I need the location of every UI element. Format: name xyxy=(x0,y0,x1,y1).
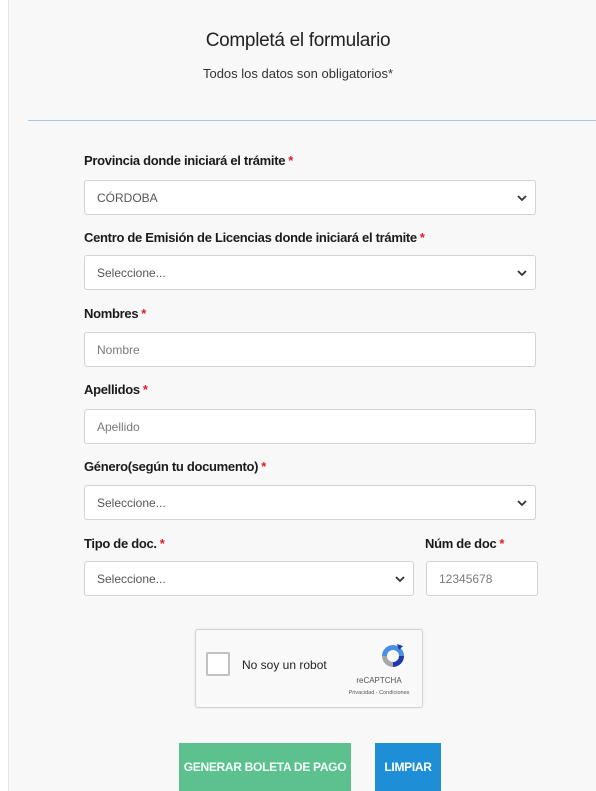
generate-button[interactable]: GENERAR BOLETA DE PAGO xyxy=(179,743,351,791)
provincia-value: CÓRDOBA xyxy=(97,190,158,205)
genero-select[interactable]: Seleccione... xyxy=(84,485,536,520)
genero-label-text: Género(según tu documento) xyxy=(84,459,259,474)
chevron-down-icon xyxy=(517,194,527,201)
genero-value: Seleccione... xyxy=(97,495,166,510)
genero-label: Género(según tu documento) * xyxy=(84,459,266,474)
chevron-down-icon xyxy=(517,499,527,506)
centro-select[interactable]: Seleccione... xyxy=(84,255,536,290)
form-subtitle: Todos los datos son obligatorios* xyxy=(202,66,394,81)
recaptcha-logo-icon xyxy=(382,644,404,667)
recaptcha-widget: No soy un robot reCAPTCHA Privacidad - C… xyxy=(195,629,423,708)
recaptcha-links[interactable]: Privacidad - Condiciones xyxy=(336,690,422,696)
nombres-label: Nombres * xyxy=(84,306,146,321)
tipo-doc-label-text: Tipo de doc. xyxy=(84,536,157,551)
tipo-doc-label: Tipo de doc. * xyxy=(84,536,165,551)
centro-label-text: Centro de Emisión de Licencias donde ini… xyxy=(84,230,417,245)
nombres-placeholder: Nombre xyxy=(97,342,140,357)
required-mark: * xyxy=(288,153,293,168)
recaptcha-brand: reCAPTCHA xyxy=(356,676,402,685)
required-mark: * xyxy=(261,459,266,474)
nombres-label-text: Nombres xyxy=(84,306,139,321)
required-mark: * xyxy=(419,230,425,245)
num-doc-label-text: Núm de doc xyxy=(425,536,497,551)
provincia-label: Provincia donde iniciará el trámite * xyxy=(84,153,293,168)
divider xyxy=(28,120,596,121)
tipo-doc-select[interactable]: Seleccione... xyxy=(84,561,414,596)
apellidos-label: Apellidos * xyxy=(84,382,148,397)
required-mark: * xyxy=(141,306,147,321)
centro-label: Centro de Emisión de Licencias donde ini… xyxy=(84,230,425,245)
centro-value: Seleccione... xyxy=(97,265,166,280)
num-doc-placeholder: 12345678 xyxy=(439,571,493,586)
required-mark: * xyxy=(142,382,148,397)
nombres-input[interactable]: Nombre xyxy=(84,332,536,367)
required-mark: * xyxy=(499,536,505,551)
recaptcha-text: No soy un robot xyxy=(242,658,327,672)
tipo-doc-value: Seleccione... xyxy=(97,571,166,586)
apellidos-input[interactable]: Apellido xyxy=(84,409,536,444)
clear-button[interactable]: LIMPIAR xyxy=(375,743,441,791)
required-mark: * xyxy=(159,536,165,551)
provincia-label-text: Provincia donde iniciará el trámite xyxy=(84,153,286,168)
chevron-down-icon xyxy=(395,575,405,582)
provincia-select[interactable]: CÓRDOBA xyxy=(84,180,536,215)
chevron-down-icon xyxy=(517,269,527,276)
form-title: Completá el formulario xyxy=(205,30,391,51)
num-doc-label: Núm de doc * xyxy=(425,536,504,551)
apellidos-label-text: Apellidos xyxy=(84,382,140,397)
num-doc-input[interactable]: 12345678 xyxy=(426,561,538,596)
recaptcha-checkbox[interactable] xyxy=(206,652,230,676)
apellidos-placeholder: Apellido xyxy=(97,419,140,434)
